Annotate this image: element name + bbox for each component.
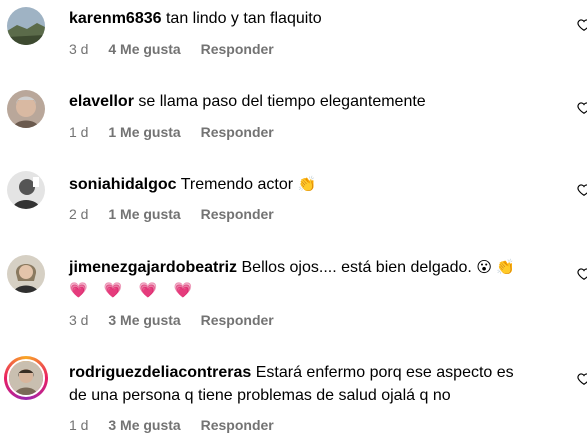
heart-outline-icon[interactable] — [577, 372, 587, 386]
comment-likes[interactable]: 1 Me gusta — [108, 206, 180, 222]
reply-button[interactable]: Responder — [201, 41, 274, 57]
comment-meta: 1 d 3 Me gusta Responder — [69, 417, 290, 433]
comment-text: jimenezgajardobeatriz Bellos ojos.... es… — [69, 256, 547, 302]
heart-outline-icon[interactable] — [577, 183, 587, 197]
comment-body: Tremendo actor — [180, 176, 294, 193]
avatar[interactable] — [7, 255, 45, 293]
comment-username[interactable]: karenm6836 — [69, 10, 162, 27]
avatar[interactable] — [7, 171, 45, 209]
comment-body: tan lindo y tan flaquito — [165, 10, 322, 27]
comment-time: 3 d — [69, 312, 89, 328]
comment-text: rodriguezdeliacontreras Estará enfermo p… — [69, 361, 547, 407]
comment-time: 3 d — [69, 41, 89, 57]
comment-username[interactable]: elavellor — [69, 93, 134, 110]
heart-outline-icon[interactable] — [577, 101, 587, 115]
reaction-emojis: 😮 👏 — [476, 259, 515, 276]
comment-likes[interactable]: 3 Me gusta — [108, 417, 180, 433]
comment-meta: 1 d 1 Me gusta Responder — [69, 124, 290, 140]
comment-time: 2 d — [69, 206, 89, 222]
comment-username[interactable]: soniahidalgoc — [69, 176, 177, 193]
avatar[interactable] — [7, 7, 45, 45]
comment-text: elavellor se llama paso del tiempo elega… — [69, 90, 547, 113]
comment-body: se llama paso del tiempo elegantemente — [138, 93, 426, 110]
comment-meta: 3 d 3 Me gusta Responder — [69, 312, 290, 328]
comment-time: 1 d — [69, 124, 89, 140]
pink-heart-emojis: 💗 💗 💗 💗 — [69, 282, 199, 299]
comment-username[interactable]: jimenezgajardobeatriz — [69, 259, 237, 276]
comment-text: karenm6836 tan lindo y tan flaquito — [69, 7, 547, 30]
comment-meta: 3 d 4 Me gusta Responder — [69, 41, 290, 57]
reply-button[interactable]: Responder — [201, 206, 274, 222]
reply-button[interactable]: Responder — [201, 124, 274, 140]
comment-likes[interactable]: 3 Me gusta — [108, 312, 180, 328]
comment-text: soniahidalgoc Tremendo actor 👏 — [69, 173, 547, 196]
reply-button[interactable]: Responder — [201, 417, 274, 433]
heart-outline-icon[interactable] — [577, 267, 587, 281]
comment-body: Bellos ojos.... está bien delgado. — [241, 259, 472, 276]
comment-time: 1 d — [69, 417, 89, 433]
comment-meta: 2 d 1 Me gusta Responder — [69, 206, 290, 222]
comment-body-line2: de una persona q tiene problemas de salu… — [69, 387, 451, 404]
comment-likes[interactable]: 4 Me gusta — [108, 41, 180, 57]
avatar — [7, 359, 45, 397]
reply-button[interactable]: Responder — [201, 312, 274, 328]
comment-username[interactable]: rodriguezdeliacontreras — [69, 364, 251, 381]
avatar-story-ring[interactable] — [4, 356, 48, 400]
comment-likes[interactable]: 1 Me gusta — [108, 124, 180, 140]
avatar[interactable] — [7, 90, 45, 128]
clapping-hands-emoji: 👏 — [297, 176, 317, 193]
heart-outline-icon[interactable] — [577, 18, 587, 32]
comment-body: Estará enfermo porq ese aspecto es — [255, 364, 514, 381]
